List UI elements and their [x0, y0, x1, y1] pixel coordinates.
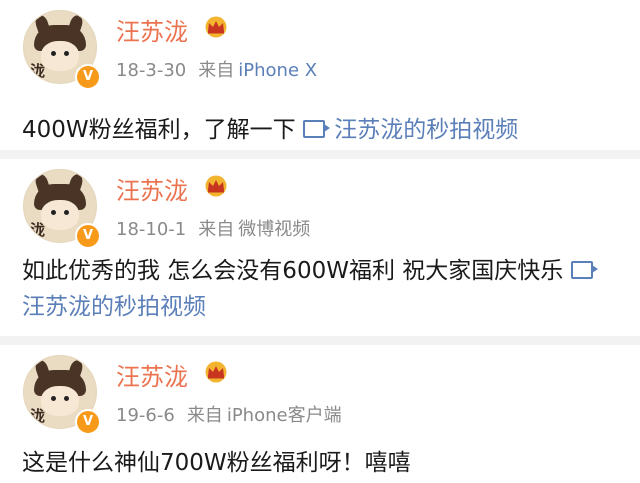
avatar[interactable]: 泷 V — [23, 355, 101, 435]
avatar-glyph: 泷 — [30, 407, 46, 425]
source-link[interactable]: iPhone客户端 — [227, 405, 342, 426]
avatar[interactable]: 泷 V — [23, 169, 101, 249]
user-name[interactable]: 汪苏泷 — [116, 171, 188, 206]
source-link[interactable]: 微博视频 — [238, 219, 310, 240]
source-prefix: 来自 — [198, 219, 235, 240]
source-prefix: 来自 — [186, 405, 223, 426]
post-body: 这是什么神仙700W粉丝福利呀！嘻嘻 — [22, 450, 411, 476]
source-prefix: 来自 — [198, 60, 235, 81]
divider — [0, 336, 640, 345]
video-icon — [302, 120, 330, 138]
verified-badge-icon: V — [75, 409, 101, 435]
post-1: 泷 V 汪苏泷 18-3-30 来自 iPhone X 400W粉丝福利，了解一下 … — [0, 0, 640, 148]
verified-badge-icon: V — [75, 64, 101, 90]
video-icon — [570, 261, 598, 279]
video-link-label: 汪苏泷的秒拍视频 — [22, 294, 206, 320]
post-text: 如此优秀的我 怎么会没有600W福利 祝大家国庆快乐 汪苏泷的秒拍视频 — [22, 253, 622, 325]
source-link[interactable]: iPhone X — [238, 60, 317, 81]
avatar-glyph: 泷 — [30, 62, 46, 80]
video-link[interactable]: 汪苏泷的秒拍视频 — [302, 117, 519, 143]
post-2: 泷 V 汪苏泷 18-10-1 来自 微博视频 如此优秀的我 怎么会没有600W福利… — [0, 159, 640, 336]
post-text: 400W粉丝福利，了解一下 汪苏泷的秒拍视频 — [22, 112, 622, 148]
post-meta: 18-3-30 来自 iPhone X — [116, 56, 317, 82]
crown-icon — [205, 16, 227, 38]
post-text: 这是什么神仙700W粉丝福利呀！嘻嘻 — [22, 445, 622, 481]
user-name[interactable]: 汪苏泷 — [116, 12, 188, 47]
post-date: 18-10-1 — [116, 219, 187, 240]
avatar[interactable]: 泷 V — [23, 10, 101, 90]
post-date: 18-3-30 — [116, 60, 187, 81]
video-link-label: 汪苏泷的秒拍视频 — [334, 117, 519, 143]
crown-icon — [205, 361, 227, 383]
post-body: 如此优秀的我 怎么会没有600W福利 祝大家国庆快乐 — [22, 258, 564, 284]
crown-icon — [205, 175, 227, 197]
post-meta: 18-10-1 来自 微博视频 — [116, 215, 310, 241]
verified-badge-icon: V — [75, 223, 101, 249]
post-body: 400W粉丝福利，了解一下 — [22, 117, 296, 143]
post-date: 19-6-6 — [116, 405, 175, 426]
post-3: 泷 V 汪苏泷 19-6-6 来自 iPhone客户端 这是什么神仙700W粉丝福利… — [0, 345, 640, 483]
post-meta: 19-6-6 来自 iPhone客户端 — [116, 401, 342, 427]
avatar-glyph: 泷 — [30, 221, 46, 239]
user-name[interactable]: 汪苏泷 — [116, 357, 188, 392]
divider — [0, 150, 640, 159]
